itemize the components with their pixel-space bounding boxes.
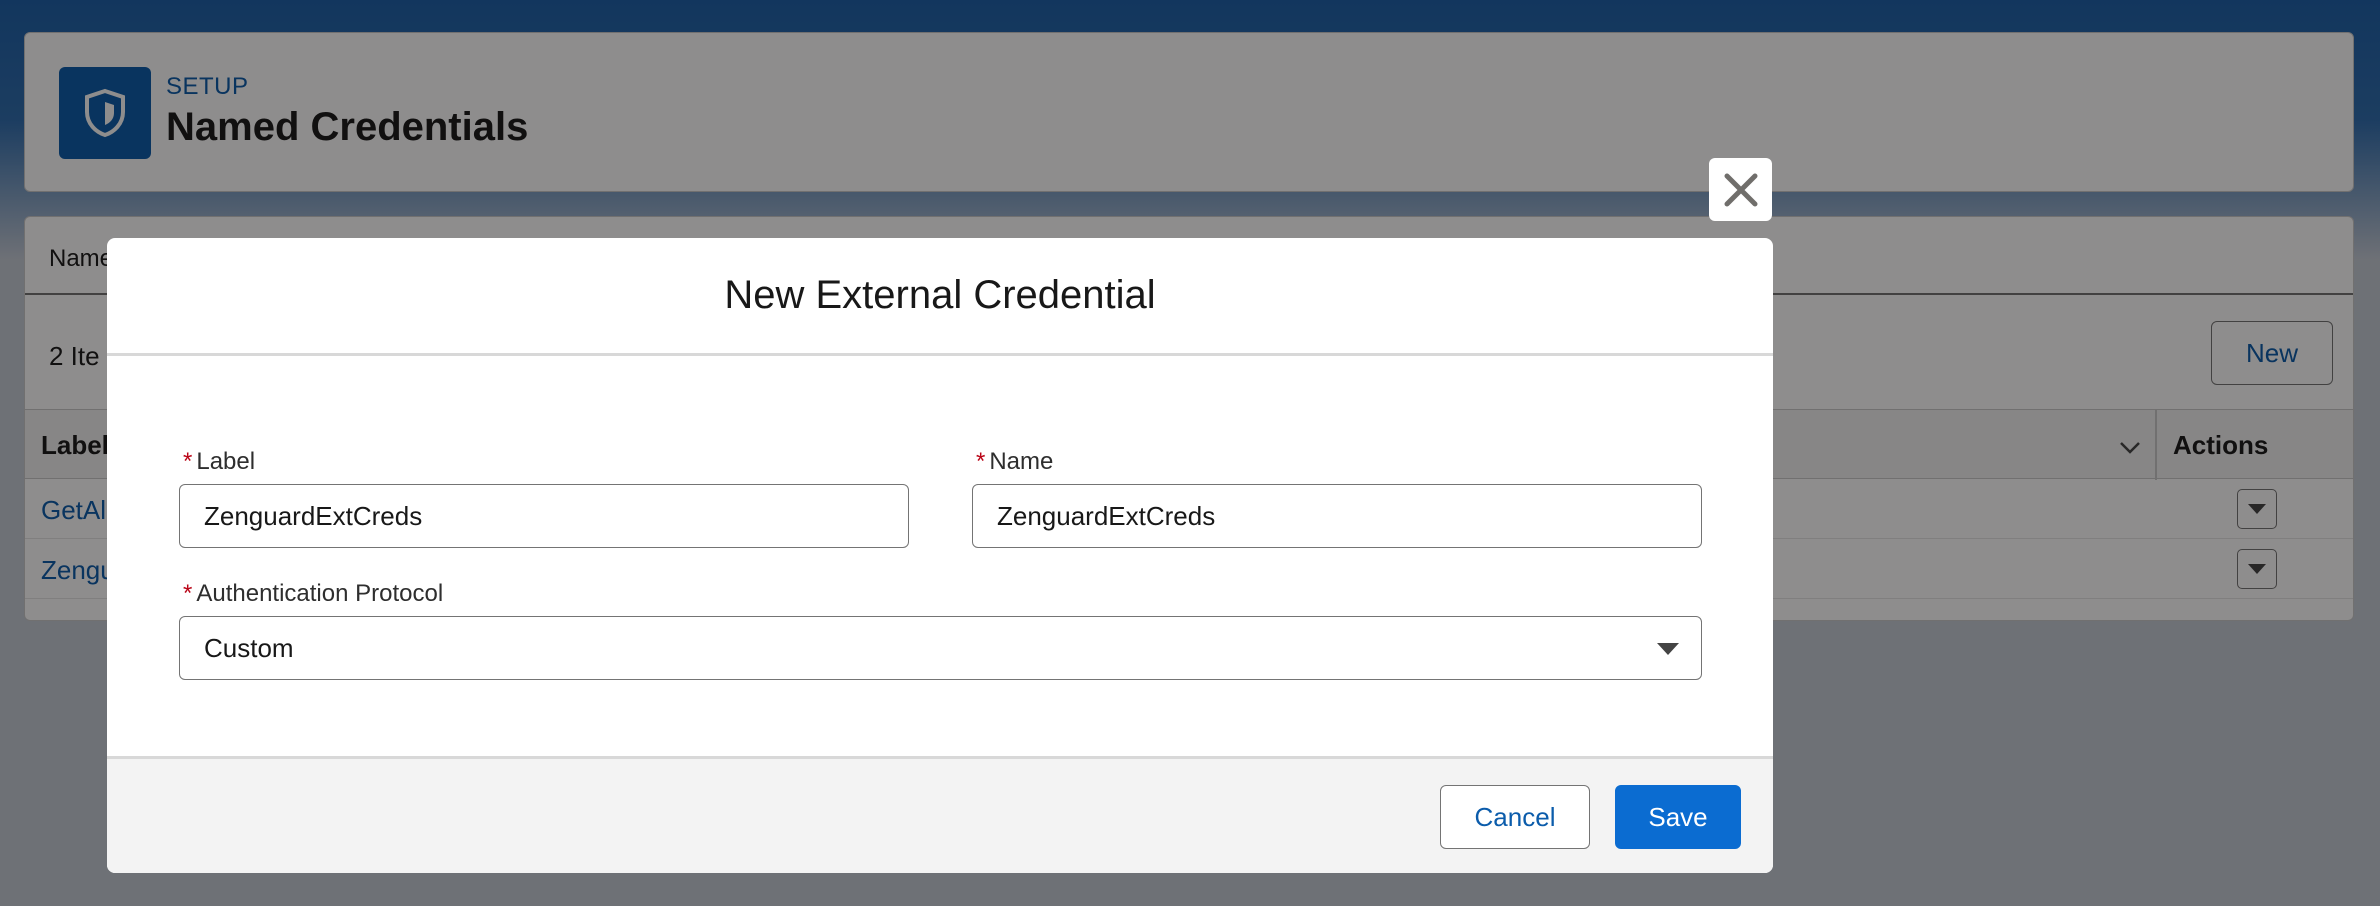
name-input-value: ZenguardExtCreds bbox=[997, 500, 1216, 531]
auth-protocol-field-label: * Authentication Protocol bbox=[183, 580, 443, 608]
modal-title: New External Credential bbox=[724, 273, 1156, 317]
dropdown-arrow-icon bbox=[1657, 643, 1679, 655]
close-modal-button[interactable] bbox=[1709, 158, 1772, 221]
label-input-value: ZenguardExtCreds bbox=[204, 500, 423, 531]
name-input[interactable]: ZenguardExtCreds bbox=[972, 484, 1702, 548]
auth-protocol-select[interactable]: Custom bbox=[179, 616, 1702, 680]
label-field-label: * Label bbox=[183, 448, 255, 476]
save-button[interactable]: Save bbox=[1615, 785, 1741, 849]
label-field-label-text: Label bbox=[196, 448, 256, 475]
auth-protocol-selected-value: Custom bbox=[204, 632, 294, 663]
new-external-credential-modal: New External Credential * Label ZenguardE… bbox=[107, 238, 1773, 873]
required-indicator: * bbox=[976, 448, 986, 475]
name-field-label: * Name bbox=[976, 448, 1053, 476]
label-input[interactable]: ZenguardExtCreds bbox=[179, 484, 909, 548]
modal-header: New External Credential bbox=[107, 238, 1773, 356]
cancel-button[interactable]: Cancel bbox=[1440, 785, 1590, 849]
required-indicator: * bbox=[183, 580, 193, 607]
close-icon bbox=[1724, 173, 1757, 206]
required-indicator: * bbox=[183, 448, 193, 475]
modal-footer: Cancel Save bbox=[107, 756, 1773, 873]
auth-protocol-label-text: Authentication Protocol bbox=[196, 580, 444, 607]
name-field-label-text: Name bbox=[989, 448, 1054, 475]
